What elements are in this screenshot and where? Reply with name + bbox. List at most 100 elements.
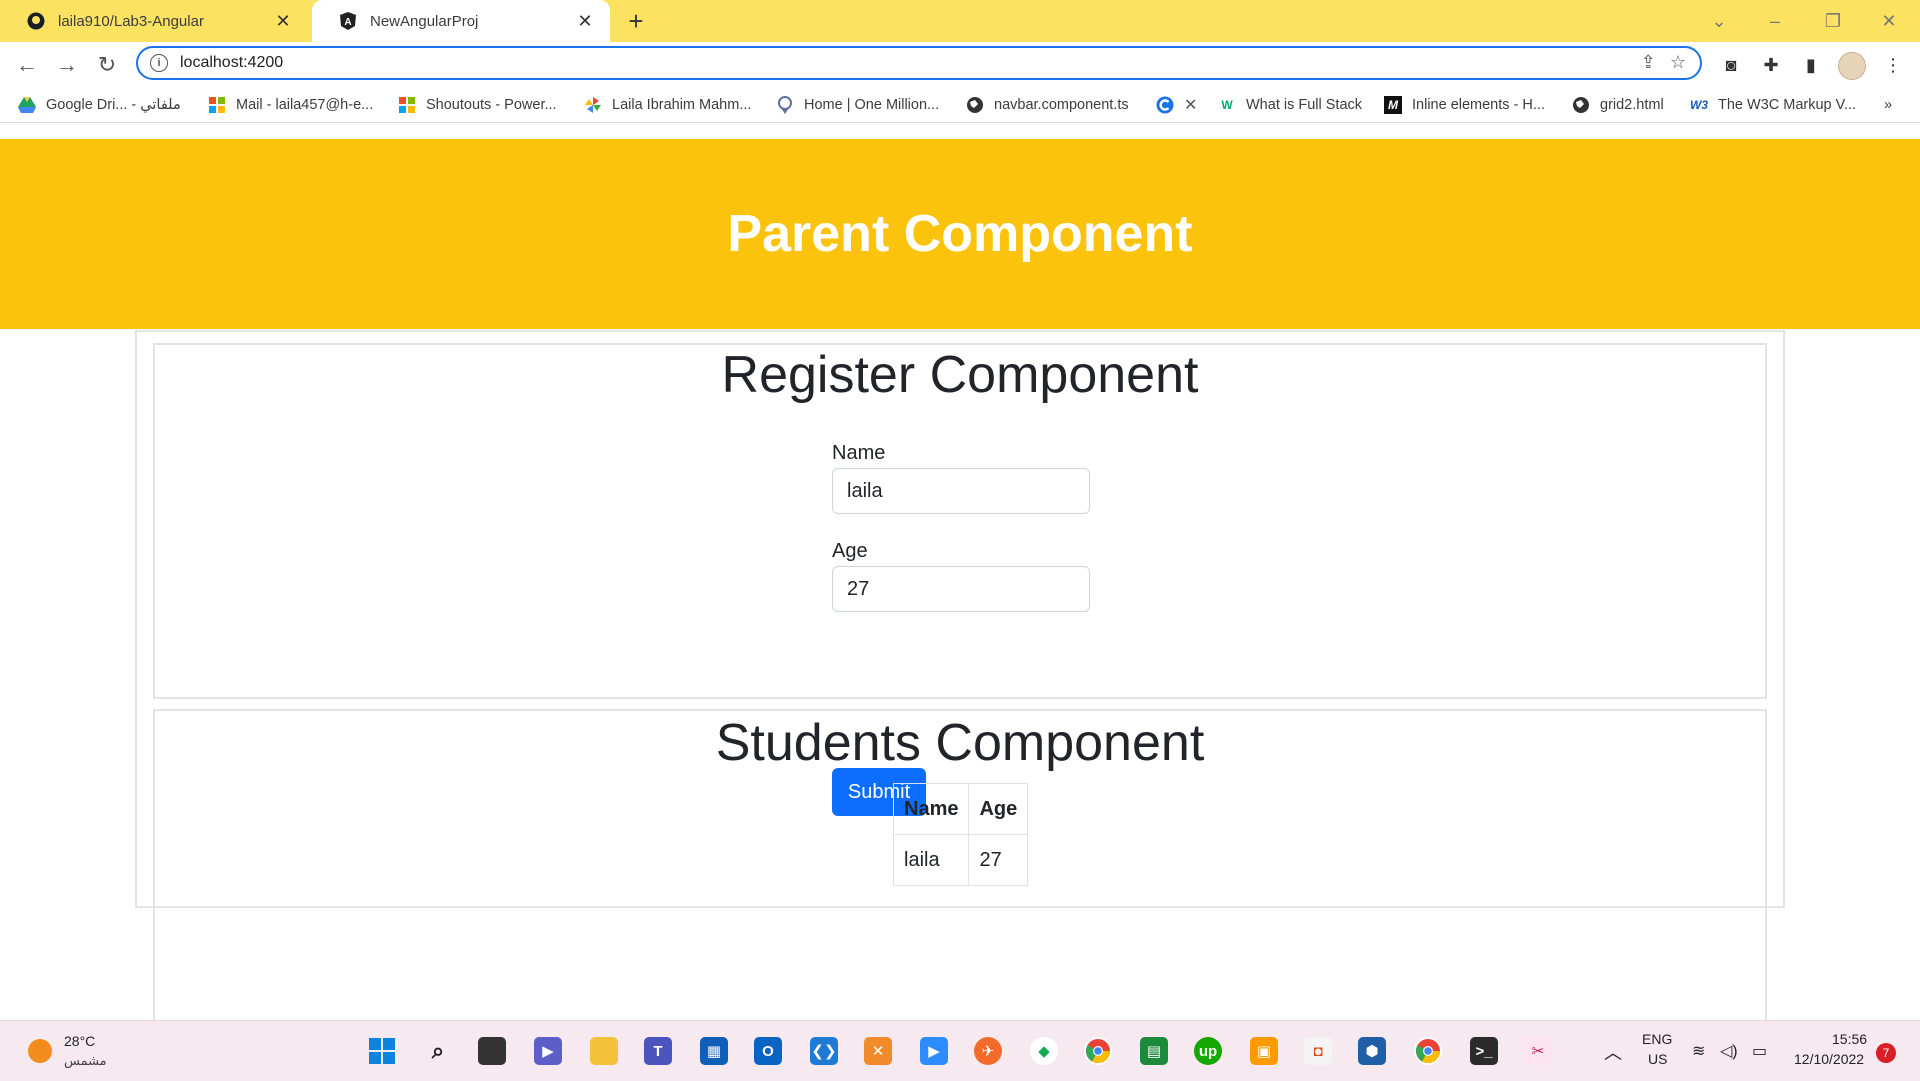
file-explorer-icon[interactable] xyxy=(590,1037,618,1065)
snipping-tool-icon[interactable]: ✂ xyxy=(1524,1037,1552,1065)
side-panel-icon[interactable]: ▮ xyxy=(1796,50,1826,80)
page-viewport: Parent Component Register Component Name… xyxy=(0,139,1920,1047)
menu-icon[interactable]: ⋮ xyxy=(1878,50,1908,80)
mdn-icon: M xyxy=(1384,96,1402,114)
weather-sun-icon[interactable] xyxy=(28,1039,52,1063)
minimize-icon[interactable]: – xyxy=(1752,6,1798,36)
pinwheel-icon xyxy=(584,96,602,114)
bookmark-item[interactable]: navbar.component.ts xyxy=(966,93,1129,117)
close-icon[interactable]: ✕ xyxy=(574,10,596,32)
chat-icon[interactable]: ▶ xyxy=(534,1037,562,1065)
age-input[interactable] xyxy=(832,566,1090,612)
volume-icon[interactable]: ◁) xyxy=(1720,1041,1738,1061)
microsoft-icon xyxy=(208,96,226,114)
profile-avatar[interactable] xyxy=(1838,52,1866,80)
teams-icon[interactable]: T xyxy=(644,1037,672,1065)
bookmark-label: What is Full Stack xyxy=(1246,97,1363,113)
bookmark-item[interactable]: Mail - laila457@h-e... xyxy=(208,93,373,117)
column-header-age: Age xyxy=(968,783,1029,835)
extensions-icon[interactable]: ✚ xyxy=(1756,50,1786,80)
sublime-icon[interactable]: ▣ xyxy=(1250,1037,1278,1065)
site-info-icon[interactable]: i xyxy=(150,54,168,72)
zoom-icon[interactable]: ▶ xyxy=(920,1037,948,1065)
bookmark-item[interactable]: Shoutouts - Power... xyxy=(398,93,557,117)
battery-icon[interactable]: ▭ xyxy=(1752,1041,1767,1061)
tab-angular[interactable]: A NewAngularProj ✕ xyxy=(312,0,610,42)
postman-icon[interactable]: ✈ xyxy=(974,1037,1002,1065)
excel-icon[interactable]: ▤ xyxy=(1140,1037,1168,1065)
url-text[interactable]: localhost:4200 xyxy=(180,54,283,72)
microsoft-icon xyxy=(398,96,416,114)
windows-taskbar: 28°C مشمس ⌕ ▶ T ▦ O ❮❯ ✕ ▶ ✈ ◆ ▤ up ▣ ◘ … xyxy=(0,1020,1920,1081)
bookmark-item[interactable]: W3 The W3C Markup V... xyxy=(1690,93,1856,117)
tab-strip: laila910/Lab3-Angular ✕ A NewAngularProj… xyxy=(0,0,1920,42)
tab-title: laila910/Lab3-Angular xyxy=(58,12,204,30)
store-icon[interactable]: ▦ xyxy=(700,1037,728,1065)
weather-description[interactable]: مشمس xyxy=(64,1053,107,1069)
restore-icon[interactable]: ❐ xyxy=(1810,6,1856,36)
search-icon[interactable]: ⌕ xyxy=(424,1037,452,1065)
column-header-name: Name xyxy=(892,783,970,835)
bookmark-label: The W3C Markup V... xyxy=(1718,97,1857,113)
xampp-icon[interactable]: ✕ xyxy=(864,1037,892,1065)
bookmark-label: grid2.html xyxy=(1600,97,1664,113)
github-icon xyxy=(26,11,46,31)
bookmark-item[interactable]: W What is Full Stack xyxy=(1218,93,1362,117)
bookmark-label: Inline elements - H... xyxy=(1412,97,1545,113)
region-indicator[interactable]: US xyxy=(1648,1051,1667,1067)
new-tab-icon[interactable]: + xyxy=(622,8,650,36)
bookmark-label: Home | One Million... xyxy=(804,97,940,113)
clock-date[interactable]: 12/10/2022 xyxy=(1794,1051,1864,1067)
globe-icon xyxy=(1572,96,1590,114)
vscode-icon[interactable]: ❮❯ xyxy=(810,1037,838,1065)
close-icon[interactable]: ✕ xyxy=(1184,95,1197,115)
name-label: Name xyxy=(832,442,886,464)
register-component: Register Component Name Age Submit xyxy=(153,343,1767,816)
bookmark-item[interactable]: grid2.html xyxy=(1572,93,1664,117)
outlook-icon[interactable]: O xyxy=(754,1037,782,1065)
bookmarks-overflow-button[interactable]: » xyxy=(1884,93,1892,117)
chrome-profile-icon[interactable] xyxy=(1414,1037,1442,1065)
bookmark-item[interactable]: Google Dri... - ملفاتي xyxy=(18,93,181,117)
start-icon[interactable] xyxy=(368,1037,396,1065)
reload-icon[interactable]: ↻ xyxy=(92,50,122,80)
address-bar[interactable]: i localhost:4200 ⇪ ☆ xyxy=(136,46,1702,80)
language-indicator[interactable]: ENG xyxy=(1642,1031,1672,1047)
clock-time[interactable]: 15:56 xyxy=(1832,1031,1867,1047)
table-row: laila 27 xyxy=(892,834,1029,886)
bookmark-item[interactable]: ✕ xyxy=(1156,93,1197,117)
w3c-icon: W3 xyxy=(1690,98,1708,112)
back-icon[interactable]: ← xyxy=(12,50,42,80)
camera-icon[interactable]: ◙ xyxy=(1716,50,1746,80)
tab-github[interactable]: laila910/Lab3-Angular ✕ xyxy=(0,0,308,42)
chevron-up-icon[interactable]: ︿ xyxy=(1604,1039,1622,1065)
forward-icon[interactable]: → xyxy=(52,50,82,80)
bookmark-item[interactable]: Laila Ibrahim Mahm... xyxy=(584,93,751,117)
wifi-icon[interactable]: ≋ xyxy=(1692,1041,1705,1061)
share-icon[interactable]: ⇪ xyxy=(1641,52,1656,73)
terminal-icon[interactable]: >_ xyxy=(1470,1037,1498,1065)
students-table: Name Age laila 27 xyxy=(892,783,1029,886)
cell-age: 27 xyxy=(968,834,1029,886)
name-input[interactable] xyxy=(832,468,1090,514)
notification-badge[interactable]: 7 xyxy=(1876,1043,1896,1063)
browser-toolbar: ← → ↻ i localhost:4200 ⇪ ☆ ◙ ✚ ▮ ⋮ xyxy=(0,42,1920,88)
angular-icon: A xyxy=(338,11,358,31)
bookmark-item[interactable]: M Inline elements - H... xyxy=(1384,93,1545,117)
cell-name: laila xyxy=(892,834,970,886)
tab-search-icon[interactable]: ⌄ xyxy=(1696,6,1742,36)
page-title: Parent Component xyxy=(727,205,1193,263)
upwork-icon[interactable]: up xyxy=(1194,1037,1222,1065)
office-icon[interactable]: ◘ xyxy=(1304,1037,1332,1065)
task-view-icon[interactable] xyxy=(478,1037,506,1065)
bookmark-star-icon[interactable]: ☆ xyxy=(1670,52,1686,73)
bookmark-item[interactable]: Home | One Million... xyxy=(776,93,939,117)
weather-temperature[interactable]: 28°C xyxy=(64,1033,95,1049)
close-icon[interactable]: ✕ xyxy=(272,10,294,32)
chrome-icon[interactable] xyxy=(1084,1037,1112,1065)
students-component: Students Component Name Age laila 27 xyxy=(153,709,1767,1047)
virtualbox-icon[interactable]: ⬢ xyxy=(1358,1037,1386,1065)
window-close-icon[interactable]: ✕ xyxy=(1866,6,1912,36)
globe-icon xyxy=(966,96,984,114)
mongodb-icon[interactable]: ◆ xyxy=(1030,1037,1058,1065)
